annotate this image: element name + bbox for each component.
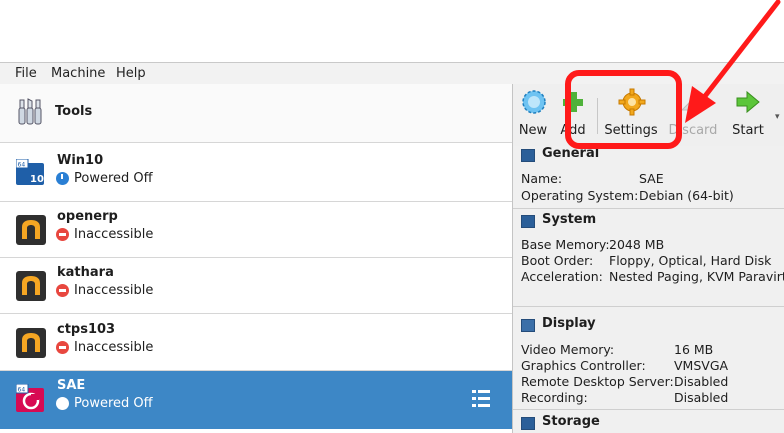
- vm-item-kathara[interactable]: kathara Inaccessible: [0, 258, 512, 314]
- display-rec-row: Recording: Disabled: [521, 390, 728, 405]
- debian-icon: 64: [16, 384, 44, 412]
- vm-state: Inaccessible: [74, 283, 154, 298]
- name-value: SAE: [639, 171, 664, 186]
- video-memory-value: 16 MB: [674, 342, 714, 357]
- graphics-controller-value: VMSVGA: [674, 358, 729, 373]
- display-vmem-row: Video Memory: 16 MB: [521, 342, 713, 357]
- inaccessible-icon: [56, 228, 69, 241]
- windows10-icon: 64 10: [16, 159, 44, 185]
- menu-machine[interactable]: Machine: [51, 66, 105, 81]
- recording-label: Recording:: [521, 390, 588, 405]
- svg-text:64: 64: [18, 162, 26, 169]
- display-title[interactable]: Display: [542, 316, 596, 331]
- svg-text:10: 10: [30, 174, 44, 185]
- powered-off-icon: [56, 172, 69, 185]
- display-rds-row: Remote Desktop Server:Disabled: [521, 374, 728, 389]
- new-button[interactable]: New: [513, 84, 553, 146]
- details-menu-icon[interactable]: [470, 387, 492, 409]
- details-pane: General Name: SAE Operating System:Debian…: [513, 146, 784, 433]
- annotation-arrow-icon: [685, 0, 781, 123]
- vm-state: Inaccessible: [74, 340, 154, 355]
- generic-os-icon: [16, 215, 46, 245]
- vm-state: Powered Off: [74, 171, 153, 186]
- menu-help[interactable]: Help: [116, 66, 146, 81]
- new-icon: [522, 90, 546, 114]
- os-value: Debian (64-bit): [639, 188, 734, 203]
- remote-desktop-value: Disabled: [674, 374, 729, 389]
- general-icon: [521, 149, 535, 162]
- os-label: Operating System:: [521, 188, 639, 203]
- vm-item-openerp[interactable]: openerp Inaccessible: [0, 202, 512, 258]
- memory-value: 2048 MB: [609, 237, 665, 252]
- system-icon: [521, 215, 535, 228]
- general-os-row: Operating System:Debian (64-bit): [521, 188, 734, 203]
- system-accel-row: Acceleration: Nested Paging, KVM Paravirt: [521, 269, 784, 284]
- vm-name: SAE: [57, 378, 86, 393]
- recording-value: Disabled: [674, 390, 729, 405]
- divider: [513, 208, 784, 209]
- inaccessible-icon: [56, 284, 69, 297]
- tools-label: Tools: [55, 104, 93, 119]
- system-memory-row: Base Memory:2048 MB: [521, 237, 664, 252]
- vm-name: ctps103: [57, 322, 116, 337]
- system-title[interactable]: System: [542, 212, 596, 227]
- general-name-row: Name: SAE: [521, 171, 664, 186]
- divider: [513, 306, 784, 307]
- graphics-controller-label: Graphics Controller:: [521, 358, 646, 373]
- memory-label: Base Memory:: [521, 237, 610, 252]
- generic-os-icon: [16, 328, 46, 358]
- storage-icon: [521, 417, 535, 430]
- vm-item-sae[interactable]: 64 SAE Powered Off: [0, 371, 512, 429]
- boot-value: Floppy, Optical, Hard Disk: [609, 253, 772, 268]
- remote-desktop-label: Remote Desktop Server:: [521, 374, 674, 389]
- menu-file[interactable]: File: [15, 66, 37, 81]
- vm-state: Powered Off: [74, 396, 153, 411]
- divider: [513, 409, 784, 410]
- storage-title[interactable]: Storage: [542, 414, 600, 429]
- generic-os-icon: [16, 271, 46, 301]
- new-label: New: [518, 123, 548, 138]
- powered-off-icon: [56, 397, 69, 410]
- name-label: Name:: [521, 171, 563, 186]
- vm-name: Win10: [57, 153, 104, 168]
- tools-item[interactable]: Tools: [0, 84, 512, 143]
- svg-text:64: 64: [18, 387, 26, 394]
- vm-name: kathara: [57, 265, 114, 280]
- boot-label: Boot Order:: [521, 253, 594, 268]
- inaccessible-icon: [56, 341, 69, 354]
- vm-item-ctps103[interactable]: ctps103 Inaccessible: [0, 315, 512, 371]
- video-memory-label: Video Memory:: [521, 342, 615, 357]
- accel-value: Nested Paging, KVM Paravirt: [609, 269, 784, 284]
- machine-list-pane: Tools 64 10 Win10 Powered Off openerp In…: [0, 84, 513, 433]
- vm-item-win10[interactable]: 64 10 Win10 Powered Off: [0, 146, 512, 202]
- system-boot-row: Boot Order: Floppy, Optical, Hard Disk: [521, 253, 771, 268]
- display-icon: [521, 319, 535, 332]
- accel-label: Acceleration:: [521, 269, 603, 284]
- vm-name: openerp: [57, 209, 118, 224]
- display-gc-row: Graphics Controller: VMSVGA: [521, 358, 728, 373]
- tools-icon: [18, 98, 42, 125]
- vm-state: Inaccessible: [74, 227, 154, 242]
